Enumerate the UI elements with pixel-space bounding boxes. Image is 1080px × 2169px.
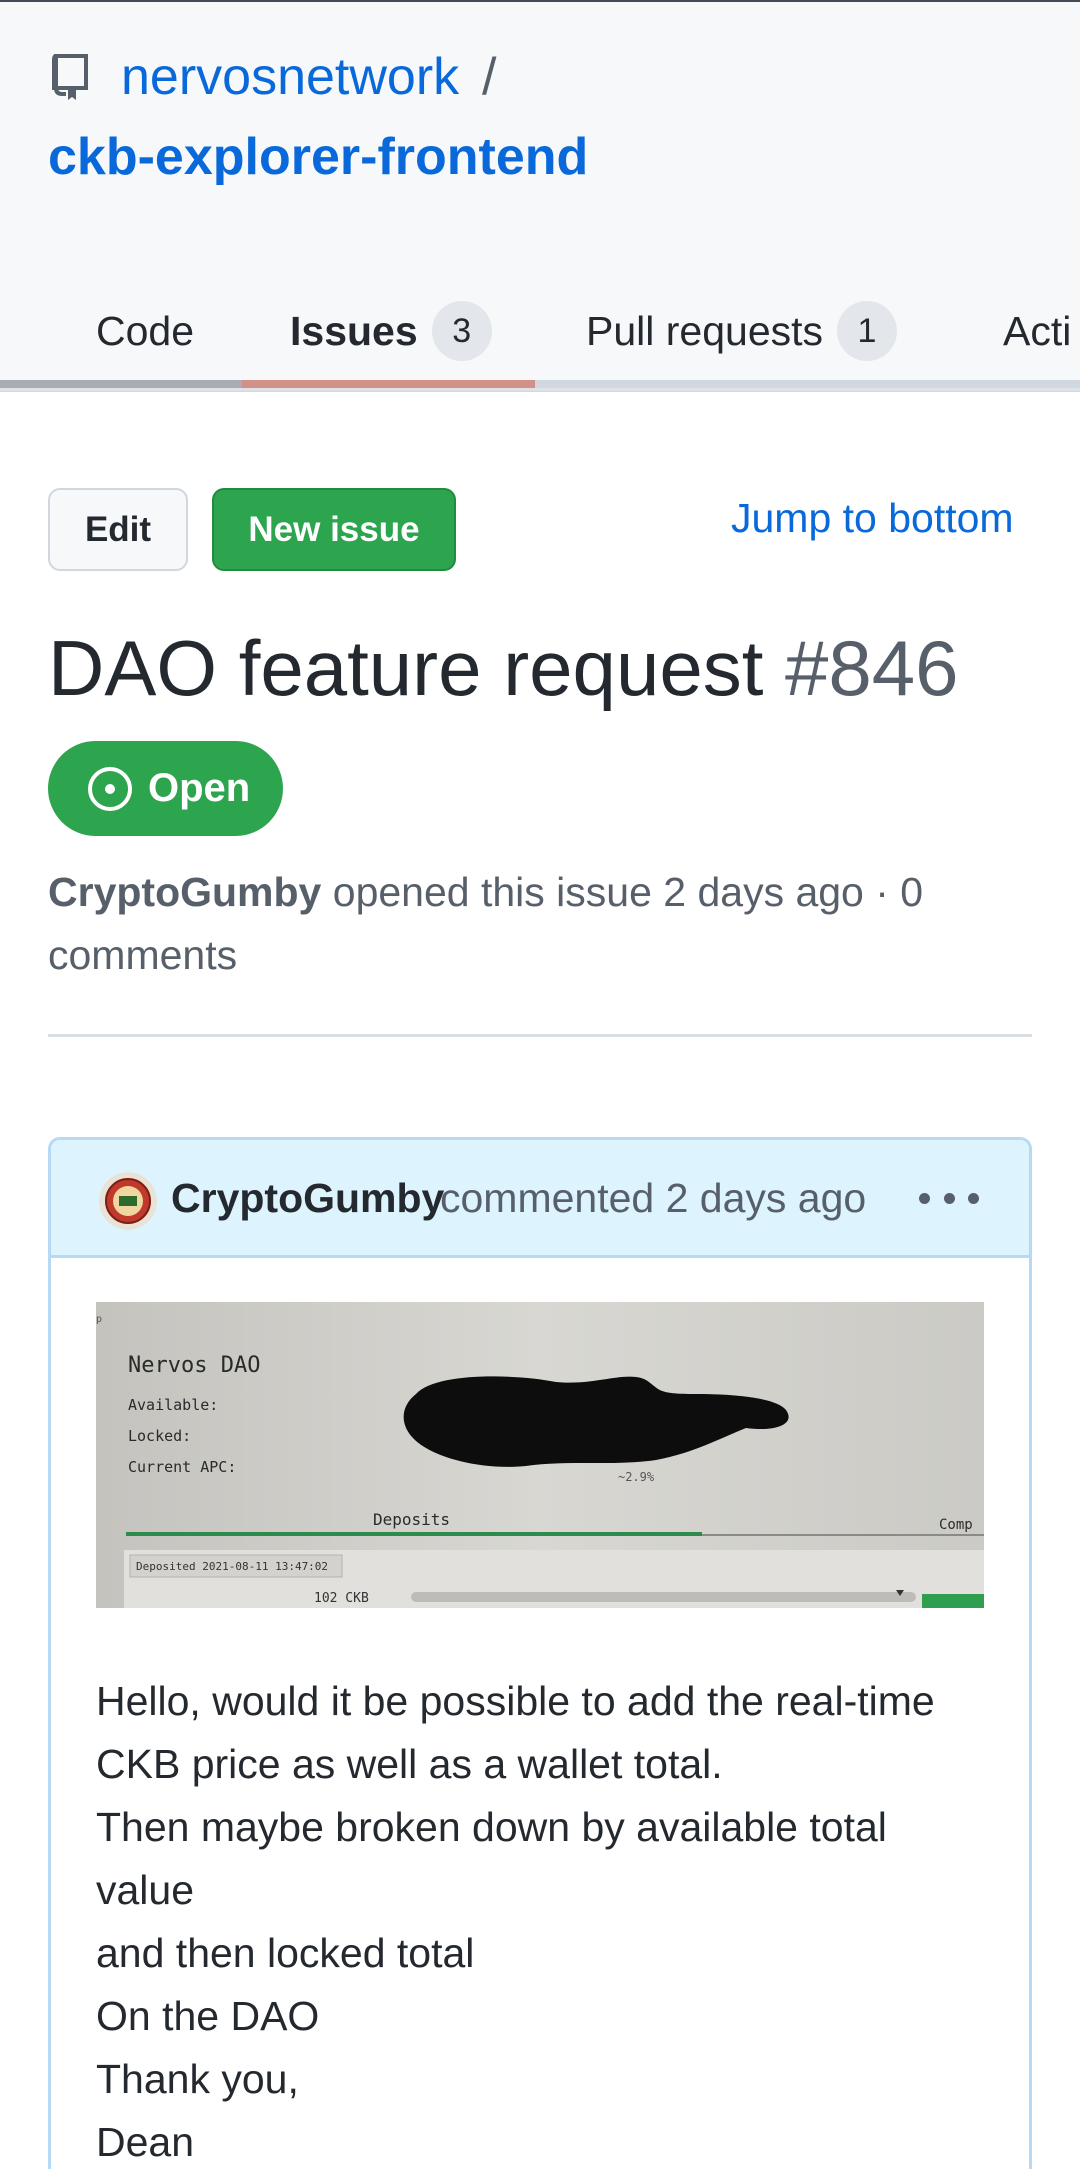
menu-dot <box>943 1192 955 1204</box>
top-border <box>0 0 1080 2</box>
repo-icon <box>52 54 88 100</box>
dao-heading: Nervos DAO <box>128 1353 260 1378</box>
repo-name-link[interactable]: ckb-explorer-frontend <box>48 126 588 188</box>
repo-separator: / <box>482 48 497 106</box>
dao-tab-active-bar <box>126 1532 702 1536</box>
tab-underline-code <box>0 380 242 388</box>
repo-tabs: Code Issues 3 Pull requests 1 Acti <box>0 270 1080 392</box>
comment-header: CryptoGumby commented 2 days ago <box>51 1140 1029 1258</box>
issue-state-badge: Open <box>48 741 283 836</box>
comment-line: value <box>96 1867 195 1913</box>
menu-dot <box>968 1192 979 1204</box>
comment-line: On the DAO <box>96 1993 320 2039</box>
issue-title: DAO feature request #846 <box>48 622 959 714</box>
comment-line: and then locked total <box>96 1930 475 1976</box>
dao-apc-value: ~2.9% <box>618 1470 655 1484</box>
dao-deposit-date: Deposited 2021-08-11 13:47:02 <box>136 1560 328 1573</box>
tabs-border <box>0 388 1080 391</box>
comment-line: Dean <box>96 2119 195 2165</box>
tab-label: Pull requests <box>586 307 824 354</box>
issue-author-link[interactable]: CryptoGumby <box>48 869 321 915</box>
comment-timestamp: commented 2 days ago <box>440 1175 867 1221</box>
dao-other-tab: Comp <box>939 1517 973 1533</box>
tab-issues[interactable]: Issues 3 <box>290 270 492 392</box>
issue-opened-icon <box>88 766 132 811</box>
dao-locked-label: Locked: <box>128 1427 191 1445</box>
issue-comment: CryptoGumby commented 2 days ago p Nervo… <box>48 1137 1032 2169</box>
dao-deposits-tab: Deposits <box>373 1510 450 1529</box>
tabs-underline <box>0 380 1080 392</box>
dao-progress-fill <box>922 1594 984 1608</box>
tab-pull-requests[interactable]: Pull requests 1 <box>586 270 898 392</box>
comment-body: Hello, would it be possible to add the r… <box>96 1670 996 2169</box>
dao-available-label: Available: <box>128 1396 218 1414</box>
comment-line: CKB price as well as a wallet total. <box>96 1741 723 1787</box>
repo-header: nervosnetwork / ckb-explorer-frontend Co… <box>0 0 1080 392</box>
comment-line: Thank you, <box>96 2056 299 2102</box>
attached-image[interactable]: p Nervos DAO Available: Locked: Current … <box>96 1302 984 1608</box>
repo-owner-link[interactable]: nervosnetwork <box>121 46 459 108</box>
divider <box>48 1034 1032 1037</box>
issue-meta-text: opened this issue 2 days ago · 0 <box>332 869 924 915</box>
kebab-horizontal-icon[interactable] <box>919 1178 979 1218</box>
tab-label: Issues <box>290 307 418 354</box>
photo-corner-mark: p <box>96 1314 102 1325</box>
menu-dot <box>919 1192 930 1204</box>
new-issue-button[interactable]: New issue <box>212 488 456 571</box>
edit-button[interactable]: Edit <box>48 488 188 571</box>
tab-code[interactable]: Code <box>96 270 194 392</box>
issue-state-label: Open <box>148 766 251 810</box>
pull-requests-count-badge: 1 <box>837 301 898 361</box>
avatar[interactable] <box>99 1172 157 1230</box>
tab-label: Acti <box>1003 307 1072 354</box>
comment-line: Hello, would it be possible to add the r… <box>96 1678 935 1724</box>
dao-apc-label: Current APC: <box>128 1458 236 1476</box>
issue-meta-text-2: comments <box>48 932 238 978</box>
tab-actions[interactable]: Acti <box>1003 270 1071 392</box>
issue-meta: CryptoGumby opened this issue 2 days ago… <box>48 861 1008 987</box>
issue-title-text: DAO feature request <box>48 624 764 712</box>
comment-author-link[interactable]: CryptoGumby <box>171 1170 444 1226</box>
dao-progress-track <box>411 1592 916 1602</box>
jump-to-bottom-link[interactable]: Jump to bottom <box>731 490 1014 546</box>
issue-number: #846 <box>785 624 959 712</box>
tab-underline-active <box>242 380 535 388</box>
comment-line: Then maybe broken down by available tota… <box>96 1804 887 1850</box>
tab-label: Code <box>96 307 195 354</box>
issues-count-badge: 3 <box>431 301 492 361</box>
dao-deposit-amount: 102 CKB <box>314 1591 369 1606</box>
